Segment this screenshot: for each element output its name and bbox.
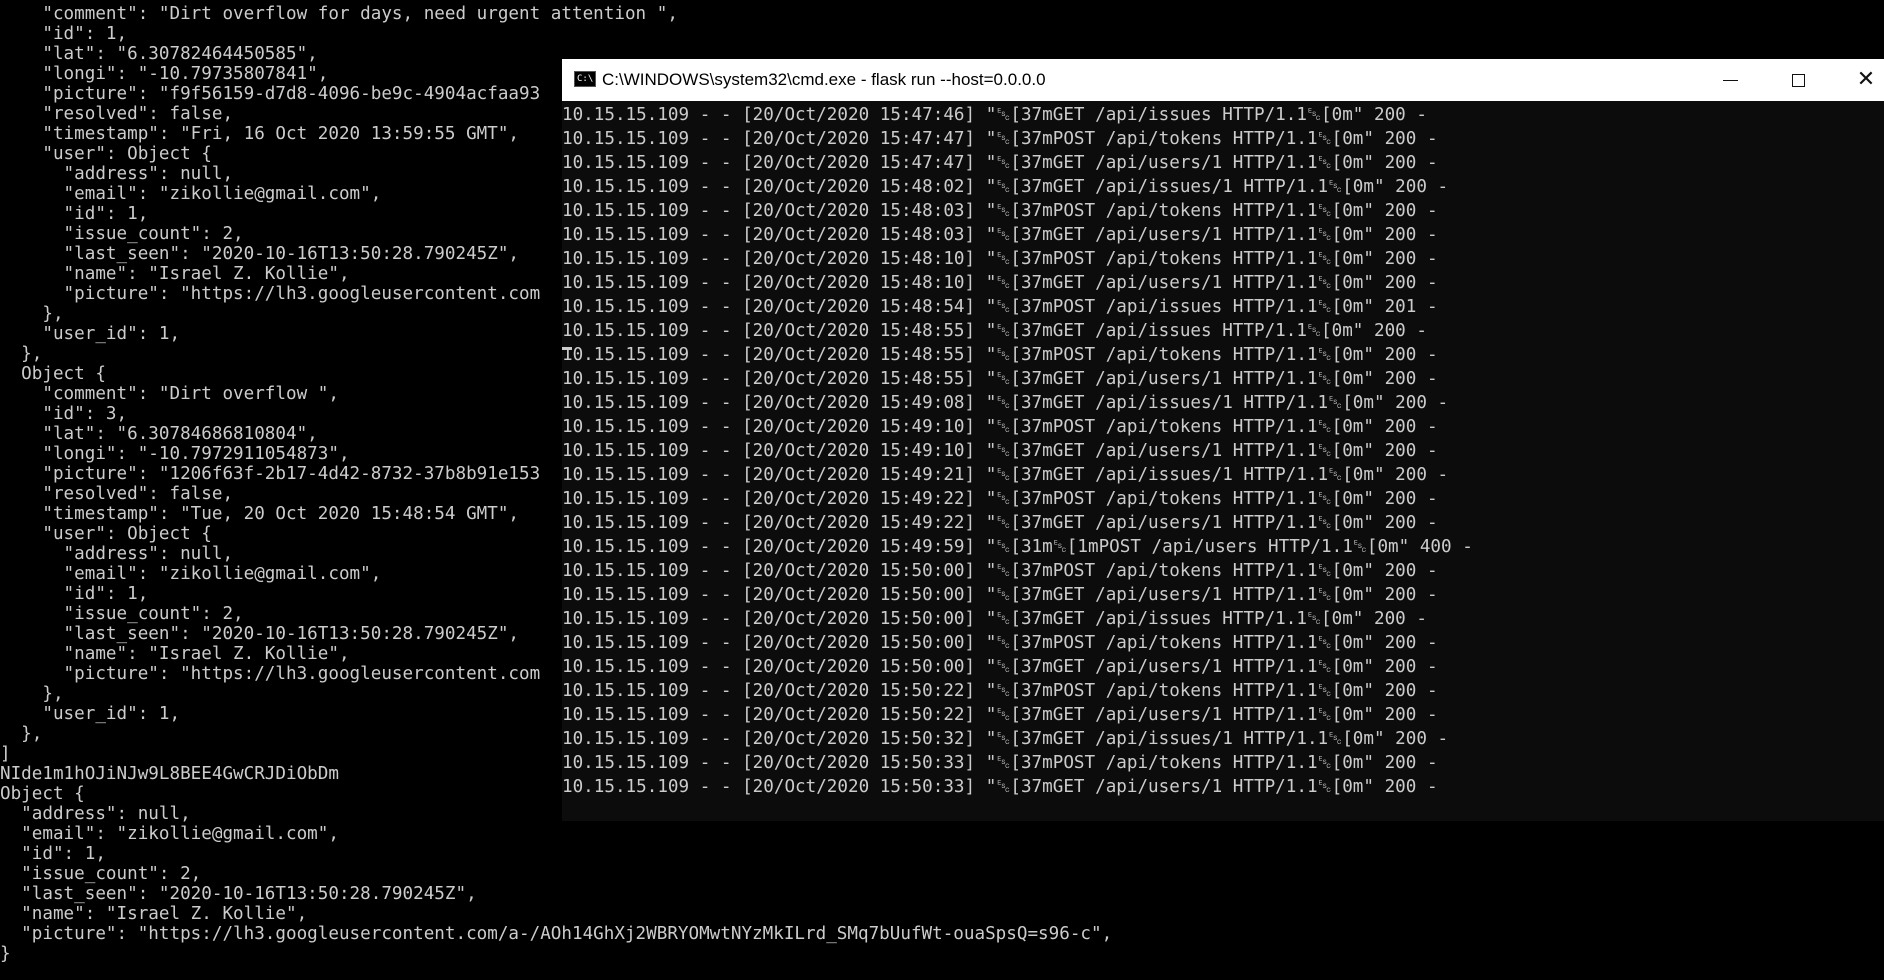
log-line: 10.15.15.109 - - [20/Oct/2020 15:49:10] … [562,441,1438,461]
log-line: 10.15.15.109 - - [20/Oct/2020 15:47:47] … [562,129,1438,149]
close-icon: ✕ [1856,67,1876,92]
log-line: 10.15.15.109 - - [20/Oct/2020 15:47:46] … [562,105,1427,125]
log-line: 10.15.15.109 - - [20/Oct/2020 15:50:00] … [562,633,1438,653]
console-line: "last_seen": "2020-10-16T13:50:28.790245… [0,884,477,904]
cmd-icon[interactable]: C:\ [574,71,596,87]
text-cursor [562,347,572,350]
log-line: 10.15.15.109 - - [20/Oct/2020 15:50:00] … [562,561,1438,581]
cmd-window[interactable]: C:\ C:\WINDOWS\system32\cmd.exe - flask … [562,59,1884,821]
maximize-icon [1791,73,1805,87]
log-line: 10.15.15.109 - - [20/Oct/2020 15:49:22] … [562,513,1438,533]
cmd-titlebar[interactable]: C:\ C:\WINDOWS\system32\cmd.exe - flask … [562,59,1884,101]
console-line: } [0,944,11,964]
log-line: 10.15.15.109 - - [20/Oct/2020 15:50:33] … [562,777,1438,797]
log-line: 10.15.15.109 - - [20/Oct/2020 15:48:55] … [562,345,1438,365]
console-line: "id": 1, [0,844,106,864]
console-line: "email": "zikollie@gmail.com", [0,824,339,844]
log-line: 10.15.15.109 - - [20/Oct/2020 15:50:33] … [562,753,1438,773]
desktop: "comment": "Dirt overflow for days, need… [0,0,1884,980]
cmd-output[interactable]: 10.15.15.109 - - [20/Oct/2020 15:47:46] … [562,101,1884,821]
log-line: 10.15.15.109 - - [20/Oct/2020 15:48:10] … [562,249,1438,269]
console-line: "picture": "https://lh3.googleuserconten… [0,924,1113,944]
cmd-window-title: C:\WINDOWS\system32\cmd.exe - flask run … [602,70,1046,89]
log-line: 10.15.15.109 - - [20/Oct/2020 15:50:00] … [562,609,1427,629]
log-line: 10.15.15.109 - - [20/Oct/2020 15:48:54] … [562,297,1438,317]
log-line: 10.15.15.109 - - [20/Oct/2020 15:49:59] … [562,537,1473,557]
log-line: 10.15.15.109 - - [20/Oct/2020 15:48:55] … [562,321,1427,341]
log-line: 10.15.15.109 - - [20/Oct/2020 15:48:03] … [562,201,1438,221]
log-line: 10.15.15.109 - - [20/Oct/2020 15:48:55] … [562,369,1438,389]
log-line: 10.15.15.109 - - [20/Oct/2020 15:47:47] … [562,153,1438,173]
minimize-button[interactable] [1696,59,1764,101]
log-line: 10.15.15.109 - - [20/Oct/2020 15:49:08] … [562,393,1449,413]
log-line: 10.15.15.109 - - [20/Oct/2020 15:50:00] … [562,585,1438,605]
console-line: "name": "Israel Z. Kollie", [0,904,308,924]
log-line: 10.15.15.109 - - [20/Oct/2020 15:49:10] … [562,417,1438,437]
log-line: 10.15.15.109 - - [20/Oct/2020 15:50:32] … [562,729,1449,749]
log-line: 10.15.15.109 - - [20/Oct/2020 15:48:02] … [562,177,1449,197]
log-line: 10.15.15.109 - - [20/Oct/2020 15:50:22] … [562,681,1438,701]
console-line: "issue_count": 2, [0,864,202,884]
log-line: 10.15.15.109 - - [20/Oct/2020 15:49:21] … [562,465,1449,485]
console-line: "id": 1, [0,24,128,44]
log-line: 10.15.15.109 - - [20/Oct/2020 15:50:00] … [562,657,1438,677]
close-button[interactable]: ✕ [1832,59,1884,101]
maximize-button[interactable] [1764,59,1832,101]
cmd-log: 10.15.15.109 - - [20/Oct/2020 15:47:46] … [562,103,1473,799]
log-line: 10.15.15.109 - - [20/Oct/2020 15:48:03] … [562,225,1438,245]
log-line: 10.15.15.109 - - [20/Oct/2020 15:50:22] … [562,705,1438,725]
console-line: "comment": "Dirt overflow for days, need… [0,4,678,24]
minimize-icon [1722,79,1738,81]
log-line: 10.15.15.109 - - [20/Oct/2020 15:48:10] … [562,273,1438,293]
log-line: 10.15.15.109 - - [20/Oct/2020 15:49:22] … [562,489,1438,509]
